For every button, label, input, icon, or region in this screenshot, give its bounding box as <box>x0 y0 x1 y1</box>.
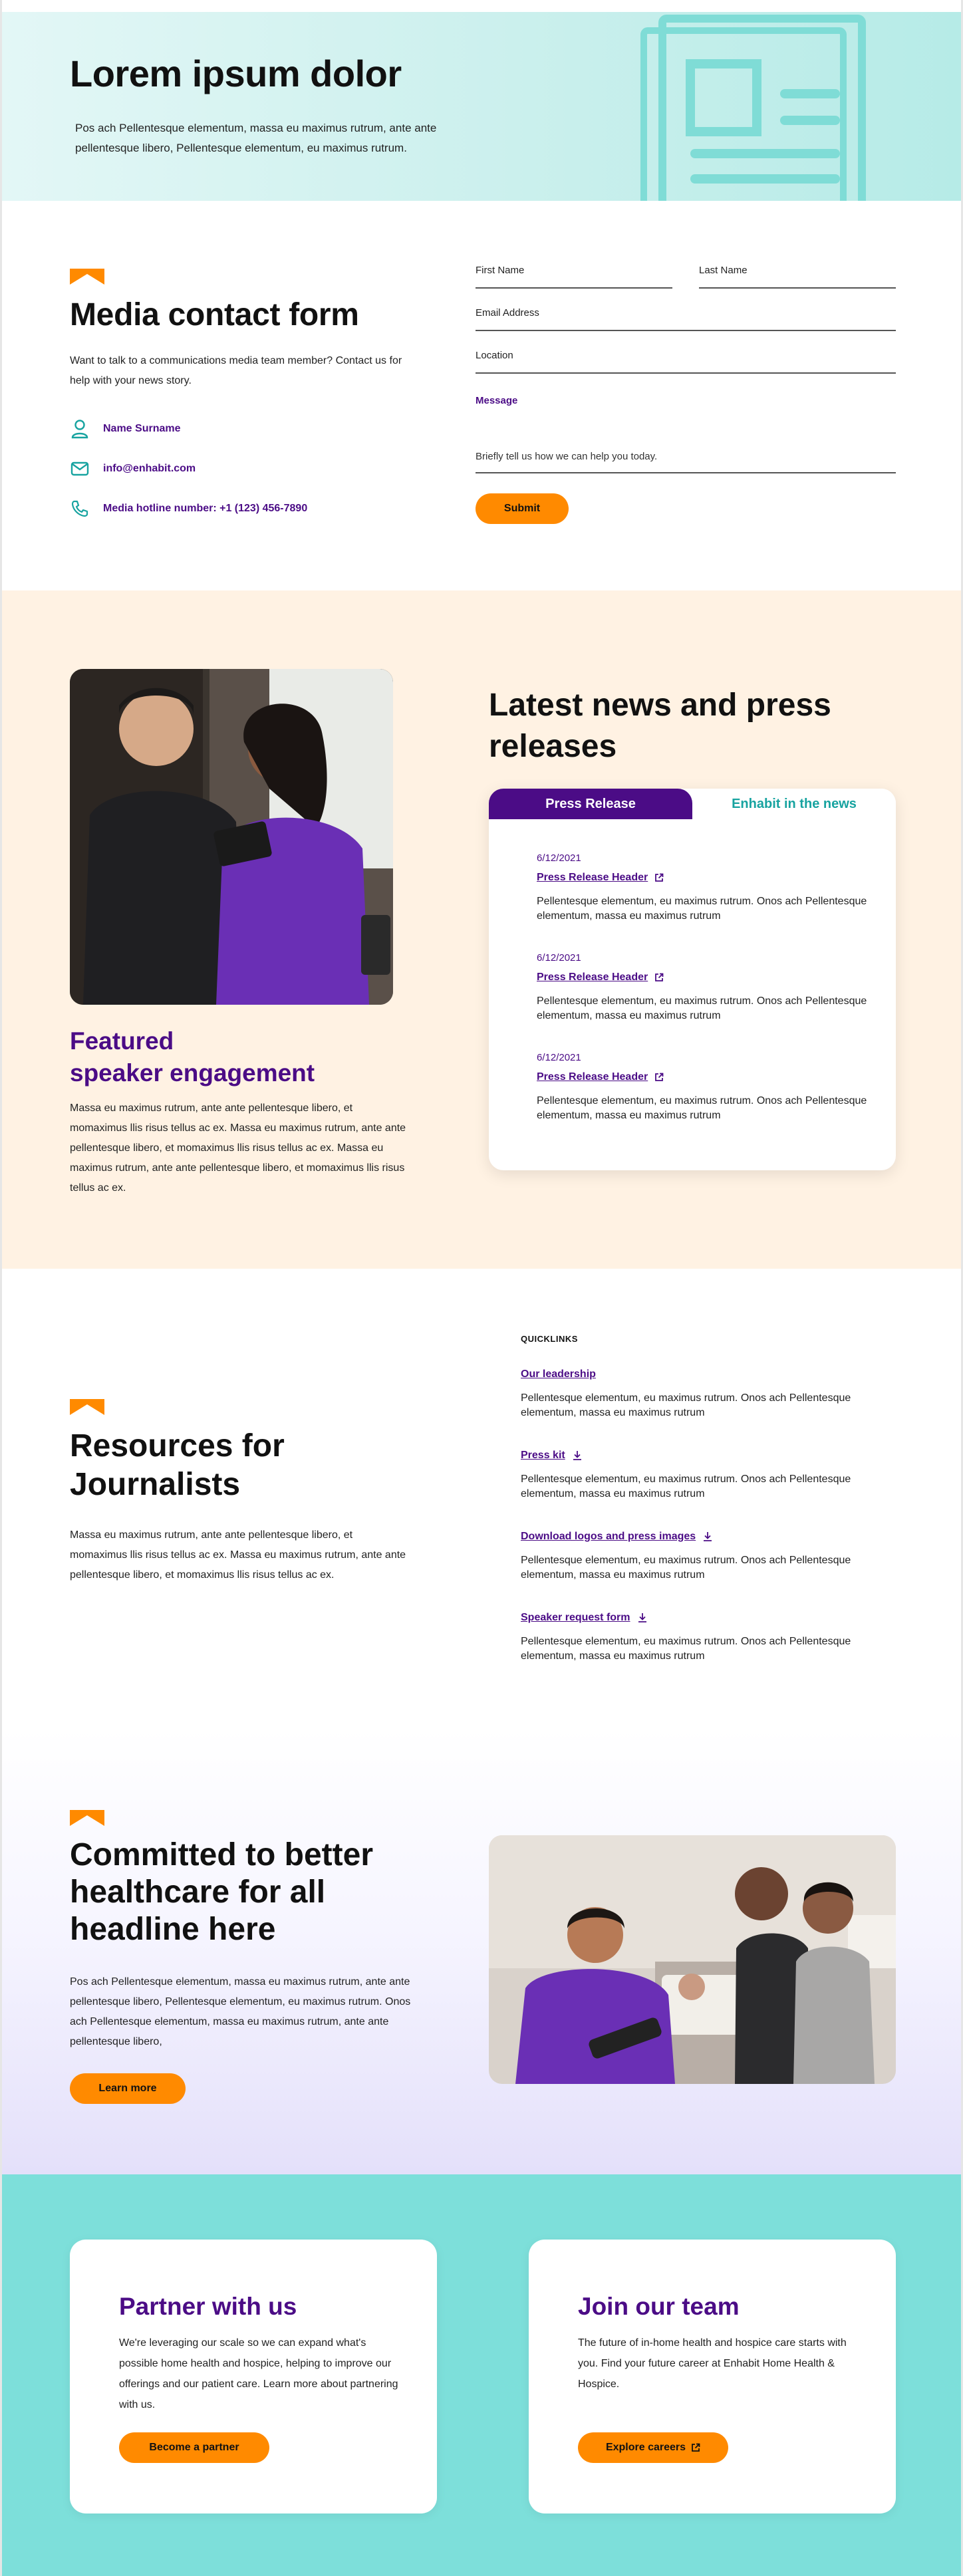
quicklinks-label: QUICKLINKS <box>521 1334 578 1344</box>
speaker-photo <box>70 669 393 1005</box>
brand-accent-icon <box>70 1399 104 1415</box>
contact-name-row: Name Surname <box>70 419 181 439</box>
join-team-text: The future of in-home health and hospice… <box>578 2337 847 2390</box>
news-date: 6/12/2021 <box>537 952 581 964</box>
contact-email-link[interactable]: info@enhabit.com <box>103 463 196 475</box>
hero-text: Pos ach Pellentesque elementum, massa eu… <box>75 122 437 154</box>
quicklink-speaker-request[interactable]: Speaker request form <box>521 1612 900 1624</box>
download-icon <box>573 1451 581 1460</box>
quicklink-body: Pellentesque elementum, eu maximus rutru… <box>521 1392 851 1418</box>
first-name-field[interactable]: First Name <box>476 263 672 289</box>
partner-text: We're leveraging our scale so we can exp… <box>119 2337 398 2410</box>
user-icon <box>70 419 90 439</box>
download-icon <box>638 1613 646 1622</box>
download-icon <box>704 1532 712 1541</box>
news-item: 6/12/2021 Press Release Header Pellentes… <box>537 852 883 924</box>
quicklink-body: Pellentesque elementum, eu maximus rutru… <box>521 1636 851 1662</box>
explore-careers-button[interactable]: Explore careers <box>578 2432 728 2463</box>
news-header-link[interactable]: Press Release Header <box>537 971 883 983</box>
healthcare-photo <box>489 1835 896 2084</box>
news-header-text: Press Release Header <box>537 971 648 983</box>
quicklink-item: Press kit Pellentesque elementum, eu max… <box>521 1450 900 1501</box>
featured-title: Featured speaker engagement <box>70 1025 315 1089</box>
quicklink-body: Pellentesque elementum, eu maximus rutru… <box>521 1474 851 1499</box>
news-header-link[interactable]: Press Release Header <box>537 1071 883 1083</box>
last-name-label: Last Name <box>699 265 748 276</box>
news-item: 6/12/2021 Press Release Header Pellentes… <box>537 952 883 1023</box>
partner-title: Partner with us <box>119 2293 297 2320</box>
news-body: Pellentesque elementum, eu maximus rutru… <box>537 995 867 1021</box>
contact-description: Want to talk to a communications media t… <box>70 355 402 386</box>
featured-title-line2: speaker engagement <box>70 1059 315 1087</box>
email-label: Email Address <box>476 307 539 319</box>
news-header-link[interactable]: Press Release Header <box>537 872 883 884</box>
quicklink-item: Download logos and press images Pellente… <box>521 1531 900 1583</box>
brand-accent-icon <box>70 1810 104 1826</box>
news-body: Pellentesque elementum, eu maximus rutru… <box>537 896 867 922</box>
news-item: 6/12/2021 Press Release Header Pellentes… <box>537 1052 883 1123</box>
location-field[interactable]: Location <box>476 348 896 374</box>
committed-text: Pos ach Pellentesque elementum, massa eu… <box>70 1976 411 2047</box>
message-placeholder: Briefly tell us how we can help you toda… <box>476 451 658 462</box>
last-name-field[interactable]: Last Name <box>699 263 896 289</box>
explore-careers-label: Explore careers <box>605 2442 686 2453</box>
hero-banner: Lorem ipsum dolor Pos ach Pellentesque e… <box>2 12 961 201</box>
quicklink-download-logos[interactable]: Download logos and press images <box>521 1531 900 1543</box>
brand-accent-icon <box>70 269 104 285</box>
contact-title: Media contact form <box>70 297 359 332</box>
quicklink-item: Our leadership Pellentesque elementum, e… <box>521 1368 900 1420</box>
contact-name: Name Surname <box>103 423 181 434</box>
page: Lorem ipsum dolor Pos ach Pellentesque e… <box>0 0 963 2576</box>
external-link-icon <box>655 873 664 882</box>
news-date: 6/12/2021 <box>537 852 581 864</box>
phone-icon <box>70 499 90 519</box>
email-field[interactable]: Email Address <box>476 306 896 331</box>
become-partner-button[interactable]: Become a partner <box>119 2432 269 2463</box>
news-date: 6/12/2021 <box>537 1052 581 1063</box>
join-team-card: Join our team The future of in-home heal… <box>529 2240 896 2513</box>
quicklink-label: Download logos and press images <box>521 1531 696 1542</box>
newspaper-icon <box>640 15 866 201</box>
quicklink-item: Speaker request form Pellentesque elemen… <box>521 1612 900 1664</box>
tab-press-release[interactable]: Press Release <box>489 789 692 819</box>
contact-email-row: info@enhabit.com <box>70 459 196 479</box>
news-header-text: Press Release Header <box>537 1071 648 1083</box>
quicklink-body: Pellentesque elementum, eu maximus rutru… <box>521 1555 851 1581</box>
join-team-title: Join our team <box>578 2293 740 2320</box>
featured-title-line1: Featured <box>70 1027 174 1055</box>
quicklink-label: Press kit <box>521 1450 565 1461</box>
committed-title: Committed to better healthcare for all h… <box>70 1837 373 1947</box>
message-label: Message <box>476 395 518 406</box>
featured-text: Massa eu maximus rutrum, ante ante pelle… <box>70 1102 406 1194</box>
hero-title: Lorem ipsum dolor <box>70 53 402 94</box>
first-name-label: First Name <box>476 265 525 276</box>
external-link-icon <box>692 2443 700 2452</box>
mail-icon <box>70 459 90 479</box>
quicklink-our-leadership[interactable]: Our leadership <box>521 1368 900 1380</box>
contact-phone-row: Media hotline number: +1 (123) 456-7890 <box>70 499 307 519</box>
tab-enhabit-in-the-news[interactable]: Enhabit in the news <box>692 789 896 819</box>
quicklink-press-kit[interactable]: Press kit <box>521 1450 900 1462</box>
quicklink-label: Speaker request form <box>521 1612 630 1623</box>
resources-text: Massa eu maximus rutrum, ante ante pelle… <box>70 1529 406 1581</box>
resources-title: Resources for Journalists <box>70 1428 285 1502</box>
learn-more-button[interactable]: Learn more <box>70 2073 186 2104</box>
location-label: Location <box>476 350 513 361</box>
contact-phone-link[interactable]: Media hotline number: +1 (123) 456-7890 <box>103 503 307 515</box>
news-body: Pellentesque elementum, eu maximus rutru… <box>537 1095 867 1121</box>
submit-button[interactable]: Submit <box>476 493 569 524</box>
partner-card: Partner with us We're leveraging our sca… <box>70 2240 437 2513</box>
external-link-icon <box>655 973 664 981</box>
news-title: Latest news and press releases <box>489 688 831 764</box>
news-header-text: Press Release Header <box>537 872 648 883</box>
external-link-icon <box>655 1073 664 1081</box>
quicklink-label: Our leadership <box>521 1368 596 1380</box>
